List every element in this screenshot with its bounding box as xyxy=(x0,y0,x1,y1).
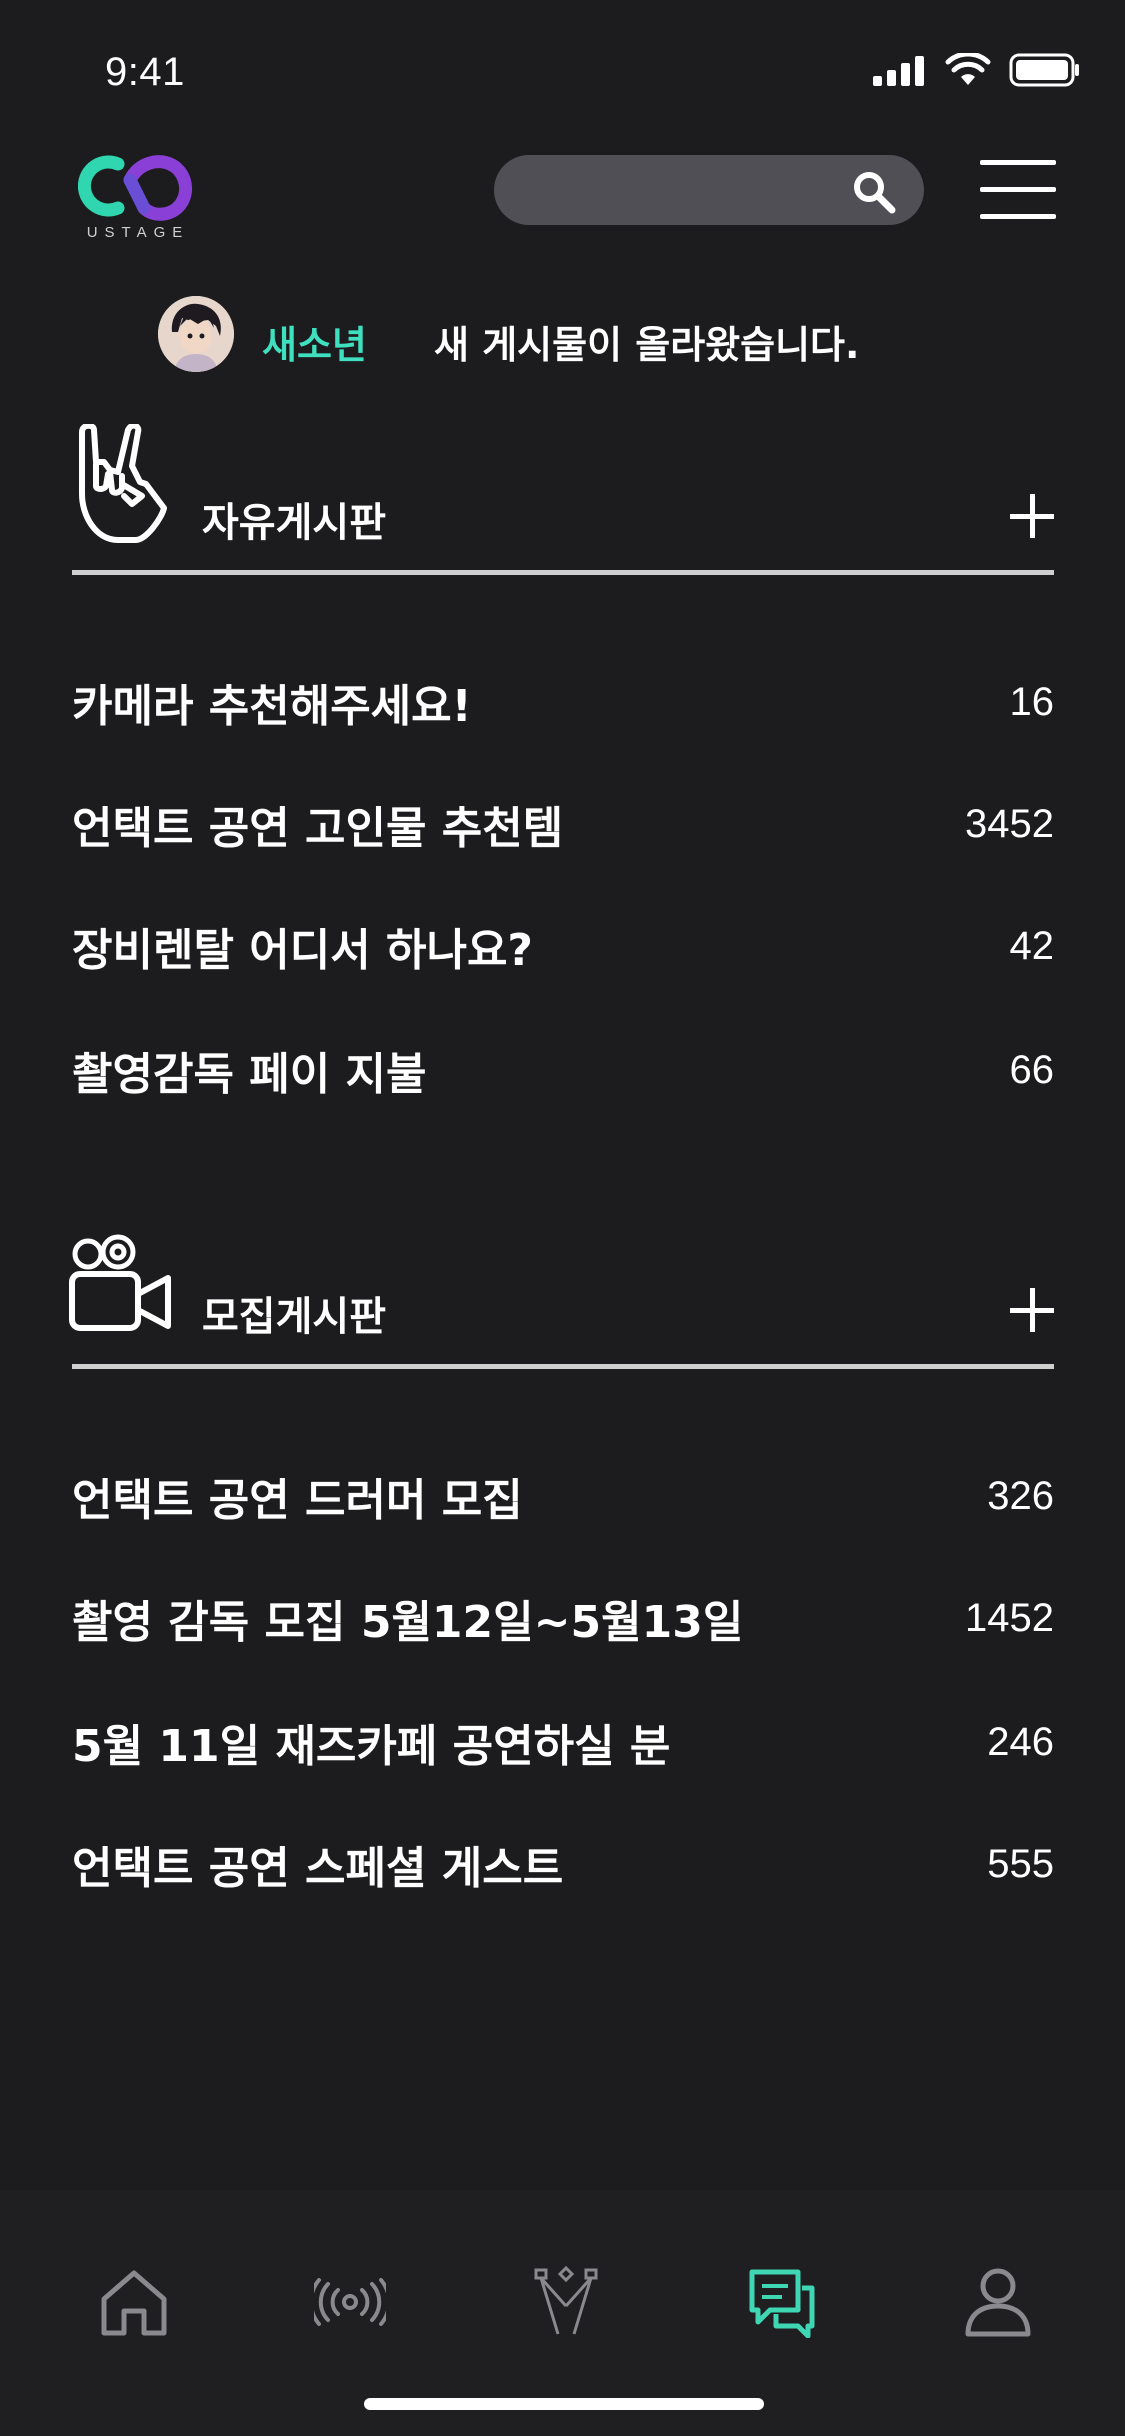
hamburger-menu-icon[interactable] xyxy=(980,160,1056,220)
tab-home[interactable] xyxy=(94,2262,174,2342)
post-title[interactable]: 5월 11일 재즈카페 공연하실 분 xyxy=(72,1710,670,1774)
post-title[interactable]: 카메라 추천해주세요! xyxy=(72,670,472,734)
notification-username[interactable]: 새소년 xyxy=(262,314,367,369)
post-row[interactable]: 촬영 감독 모집 5월12일~5월13일 1452 xyxy=(72,1586,1054,1650)
add-post-button[interactable] xyxy=(1008,1286,1056,1334)
avatar[interactable] xyxy=(158,296,234,372)
tab-community[interactable] xyxy=(742,2262,822,2342)
battery-icon xyxy=(1009,53,1079,87)
section-divider xyxy=(72,1364,1054,1369)
post-row[interactable]: 언택트 공연 고인물 추천템 3452 xyxy=(72,792,1054,856)
search-icon[interactable] xyxy=(852,170,896,214)
post-count: 246 xyxy=(987,1719,1054,1764)
search-bar[interactable] xyxy=(494,155,924,225)
status-icons xyxy=(873,52,1081,88)
post-row[interactable]: 5월 11일 재즈카페 공연하실 분 246 xyxy=(72,1710,1054,1774)
board-title[interactable]: 모집게시판 xyxy=(202,1284,386,1342)
post-row[interactable]: 카메라 추천해주세요! 16 xyxy=(72,670,1055,734)
post-count: 42 xyxy=(1009,923,1055,968)
post-title[interactable]: 촬영 감독 모집 5월12일~5월13일 xyxy=(72,1586,743,1650)
post-count: 326 xyxy=(987,1473,1054,1518)
post-title[interactable]: 언택트 공연 드러머 모집 xyxy=(72,1464,523,1528)
home-icon[interactable] xyxy=(98,2267,170,2337)
post-count: 555 xyxy=(987,1841,1054,1886)
chat-icon[interactable] xyxy=(746,2266,818,2338)
post-row[interactable]: 언택트 공연 드러머 모집 326 xyxy=(72,1464,1054,1528)
notification-message: 새 게시물이 올라왔습니다. xyxy=(434,323,860,367)
broadcast-icon[interactable] xyxy=(314,2278,386,2326)
tab-live[interactable] xyxy=(310,2262,390,2342)
profile-icon[interactable] xyxy=(962,2266,1034,2338)
logo-text: USTAGE xyxy=(86,224,190,241)
post-count: 3452 xyxy=(965,801,1054,846)
post-title[interactable]: 언택트 공연 고인물 추천템 xyxy=(72,792,563,856)
post-row[interactable]: 촬영감독 페이 지불 66 xyxy=(72,1038,1055,1102)
post-title[interactable]: 언택트 공연 스페셜 게스트 xyxy=(72,1832,563,1896)
section-divider xyxy=(72,570,1054,575)
post-row[interactable]: 언택트 공연 스페셜 게스트 555 xyxy=(72,1832,1054,1896)
add-post-button[interactable] xyxy=(1008,492,1056,540)
stage-lights-icon[interactable] xyxy=(530,2266,602,2338)
post-title[interactable]: 장비렌탈 어디서 하나요? xyxy=(72,914,533,978)
wifi-icon xyxy=(945,53,991,85)
video-camera-icon xyxy=(66,1234,174,1338)
post-title[interactable]: 촬영감독 페이 지불 xyxy=(72,1038,426,1102)
post-count: 16 xyxy=(1009,679,1055,724)
rock-hand-icon xyxy=(66,422,170,550)
tab-profile[interactable] xyxy=(958,2262,1038,2342)
status-time: 9:41 xyxy=(105,50,185,94)
cellular-signal-icon xyxy=(873,56,924,86)
post-count: 1452 xyxy=(965,1595,1054,1640)
home-indicator[interactable] xyxy=(364,2398,764,2410)
post-count: 66 xyxy=(1009,1047,1055,1092)
board-title[interactable]: 자유게시판 xyxy=(202,490,386,548)
tab-stage[interactable] xyxy=(526,2262,606,2342)
post-row[interactable]: 장비렌탈 어디서 하나요? 42 xyxy=(72,914,1055,978)
